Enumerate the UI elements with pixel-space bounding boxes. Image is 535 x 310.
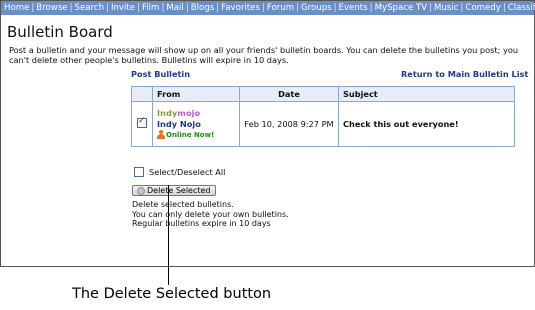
table-header-row: From Date Subject <box>131 86 515 102</box>
post-bulletin-link[interactable]: Post Bulletin <box>131 69 190 79</box>
nav-blogs[interactable]: Blogs <box>191 3 214 13</box>
nav-forum[interactable]: Forum <box>267 3 294 13</box>
row-select-checkbox[interactable] <box>137 116 147 128</box>
from-cell: Indymojo Indy Nojo Online Now! <box>152 101 240 147</box>
nav-invite[interactable]: Invite <box>111 3 135 13</box>
top-navigation: Home | Browse | Search | Invite | Film | Mail… <box>1 1 535 15</box>
nav-browse[interactable]: Browse <box>36 3 67 13</box>
online-status-text: Online Now! <box>166 130 215 139</box>
date-column-header: Date <box>239 86 339 102</box>
nav-events[interactable]: Events <box>339 3 368 13</box>
return-to-bulletin-list-link[interactable]: Return to Main Bulletin List <box>401 69 528 79</box>
nav-music[interactable]: Music <box>434 3 458 13</box>
person-icon <box>157 130 165 139</box>
from-column-header: From <box>152 86 240 102</box>
delete-selected-button[interactable]: Delete Selected <box>132 185 216 196</box>
nav-groups[interactable]: Groups <box>301 3 332 13</box>
browser-content: Home | Browse | Search | Invite | Film | Mail… <box>0 0 535 267</box>
nav-film[interactable]: Film <box>142 3 159 13</box>
callout-label: The Delete Selected button <box>72 286 272 302</box>
nav-comedy[interactable]: Comedy <box>465 3 500 13</box>
select-all-label: Select/Deselect All <box>149 167 226 177</box>
page-description: Post a bulletin and your message will sh… <box>9 45 519 65</box>
button-bullet-icon <box>137 186 145 195</box>
online-status: Online Now! <box>157 130 235 139</box>
row-select-cell <box>131 101 153 147</box>
nav-myspace-tv[interactable]: MySpace TV <box>375 3 428 13</box>
nav-favorites[interactable]: Favorites <box>221 3 260 13</box>
table-row: Indymojo Indy Nojo Online Now! Feb 10, 2… <box>131 101 515 147</box>
note-line: You can only delete your own bulletins. <box>132 209 289 219</box>
bulletin-table: From Date Subject Indymojo Indy Nojo Onl… <box>131 86 515 147</box>
nav-home[interactable]: Home <box>4 3 29 13</box>
nav-classifieds[interactable]: Classifieds <box>508 3 535 13</box>
sender-avatar[interactable]: Indymojo <box>157 109 235 118</box>
sender-name-link[interactable]: Indy Nojo <box>157 119 235 129</box>
page-title: Bulletin Board <box>7 23 113 41</box>
note-line: Regular bulletins expire in 10 days <box>132 219 271 229</box>
select-all-row: Select/Deselect All <box>134 167 225 177</box>
subject-link[interactable]: Check this out everyone! <box>338 101 515 147</box>
callout-pointer-line <box>168 185 169 285</box>
delete-selected-label: Delete Selected <box>147 186 211 195</box>
nav-search[interactable]: Search <box>75 3 105 13</box>
date-cell: Feb 10, 2008 9:27 PM <box>239 101 339 147</box>
note-line: Delete selected bulletins. <box>132 200 234 209</box>
subject-column-header: Subject <box>338 86 515 102</box>
select-column-header <box>131 86 153 102</box>
delete-notes: Delete selected bulletins. You can only … <box>132 200 289 229</box>
select-all-checkbox[interactable] <box>134 167 144 177</box>
nav-mail[interactable]: Mail <box>166 3 183 13</box>
